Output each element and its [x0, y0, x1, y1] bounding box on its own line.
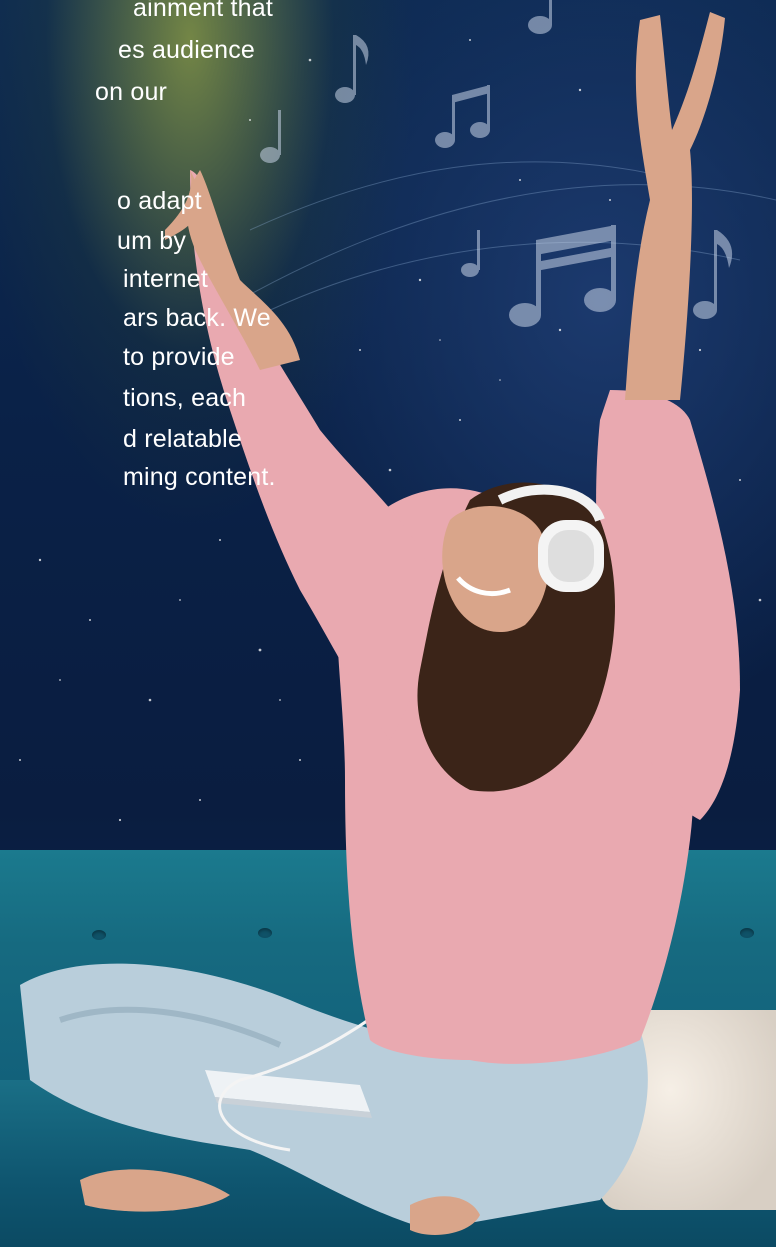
paragraph-2-line: tions, each	[123, 384, 247, 412]
paragraph-2-line: internet	[123, 265, 208, 293]
hero-section: ainment that es audience on our o adapt …	[0, 0, 776, 1247]
paragraph-1-line: ainment that	[133, 0, 273, 22]
paragraph-1-line: es audience	[118, 36, 256, 64]
paragraph-2-line: to provide	[123, 343, 235, 371]
paragraph-1-line: on our	[95, 78, 168, 106]
paragraph-2-line: ming content.	[123, 463, 276, 491]
paragraph-2-line: d relatable	[123, 425, 242, 453]
about-copy: ainment that es audience on our o adapt …	[0, 0, 776, 520]
paragraph-2-line: o adapt	[117, 187, 202, 215]
paragraph-2-line: um by	[117, 227, 187, 255]
paragraph-2-line: ars back. We	[123, 304, 271, 332]
